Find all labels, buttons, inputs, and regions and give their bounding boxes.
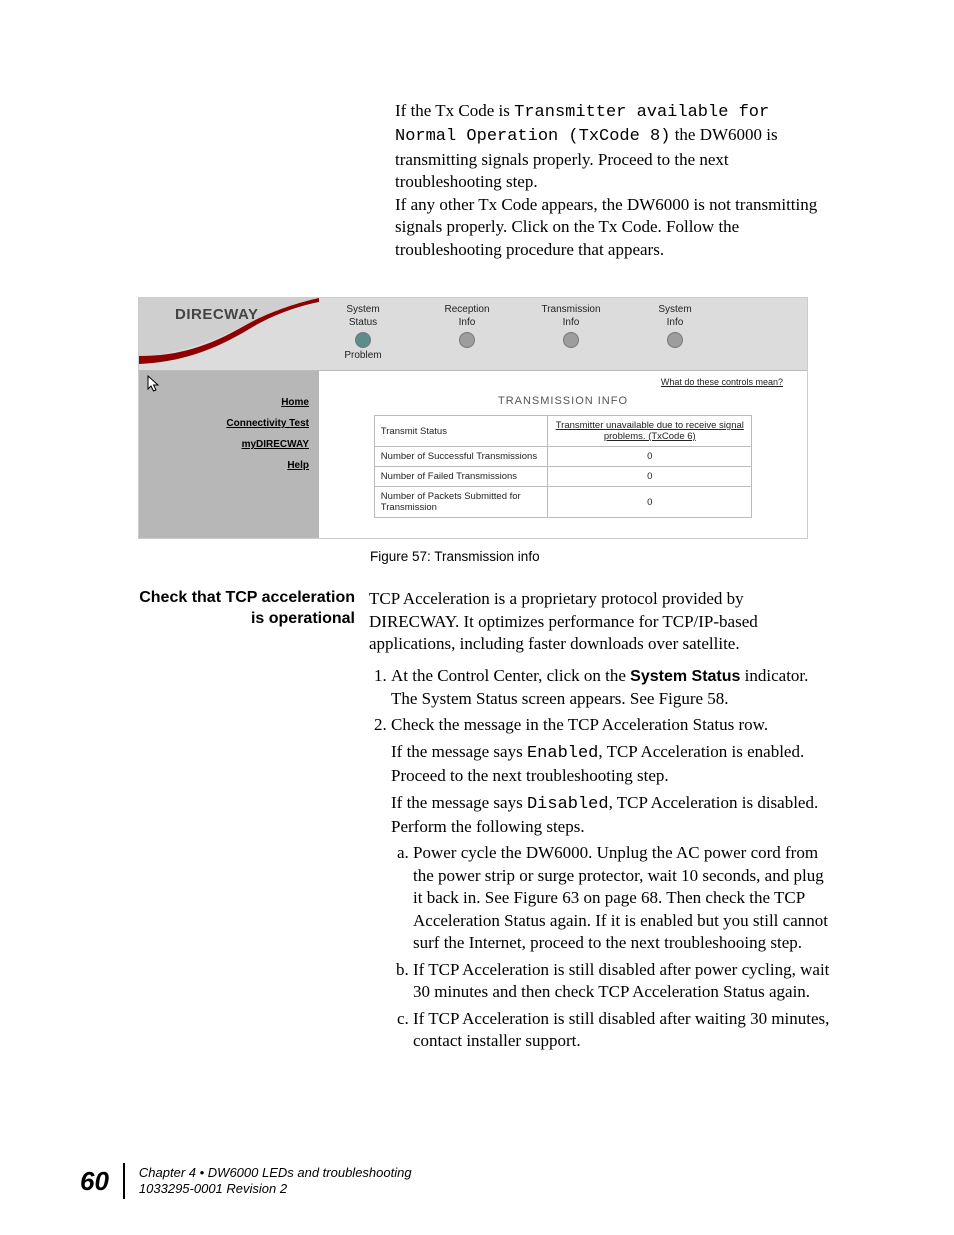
footer-divider	[123, 1163, 125, 1199]
intro-p1: If the Tx Code is Transmitter available …	[395, 100, 834, 194]
table-row: Number of Failed Transmissions0	[374, 467, 751, 487]
sidebar-link-help[interactable]: Help	[149, 460, 309, 471]
sub-steps: Power cycle the DW6000. Unplug the AC po…	[391, 842, 834, 1052]
status-indicator-1[interactable]: ReceptionInfo	[435, 304, 499, 348]
section-title: TRANSMISSION INFO	[343, 395, 783, 407]
intro-p1a: If the Tx Code is	[395, 101, 514, 120]
sidebar-link-home[interactable]: Home	[149, 397, 309, 408]
transmission-table: Transmit StatusTransmitter unavailable d…	[374, 415, 752, 518]
section-tcp: Check that TCP acceleration is operation…	[90, 588, 864, 1058]
controls-help-link[interactable]: What do these controls mean?	[343, 377, 783, 387]
led-icon	[667, 332, 683, 348]
section-heading-l2: is operational	[90, 609, 355, 630]
screenshot-sidebar: Home Connectivity Test myDIRECWAY Help	[139, 371, 319, 538]
section-heading: Check that TCP acceleration is operation…	[90, 588, 369, 630]
page-footer: 60 Chapter 4 • DW6000 LEDs and troublesh…	[80, 1163, 412, 1199]
intro-p2: If any other Tx Code appears, the DW6000…	[395, 194, 834, 261]
screenshot-content: What do these controls mean? TRANSMISSIO…	[319, 371, 807, 538]
figure-caption: Figure 57: Transmission info	[370, 549, 864, 564]
brand-logo-text: DIRECWAY	[175, 306, 258, 323]
tcp-steps: At the Control Center, click on the Syst…	[369, 665, 834, 1052]
sub-step-a: Power cycle the DW6000. Unplug the AC po…	[413, 842, 834, 954]
footer-chapter: Chapter 4 • DW6000 LEDs and troubleshoot…	[139, 1165, 412, 1181]
txcode-link[interactable]: Transmitter unavailable due to receive s…	[548, 416, 752, 447]
intro-text: If the Tx Code is Transmitter available …	[395, 100, 834, 261]
step-2-line: Check the message in the TCP Acceleratio…	[391, 715, 768, 734]
sidebar-link-connectivity-test[interactable]: Connectivity Test	[149, 418, 309, 429]
page-number: 60	[80, 1166, 109, 1197]
step-2-enabled: If the message says Enabled, TCP Acceler…	[391, 741, 834, 788]
screenshot-header: DIRECWAY SystemStatusProblem ReceptionInf…	[139, 298, 807, 371]
brand-area: DIRECWAY	[139, 298, 319, 370]
table-row: Number of Successful Transmissions0	[374, 447, 751, 467]
sub-step-c: If TCP Acceleration is still disabled af…	[413, 1008, 834, 1053]
status-indicators: SystemStatusProblem ReceptionInfo Transmis…	[319, 298, 707, 370]
sidebar-link-mydirecway[interactable]: myDIRECWAY	[149, 439, 309, 450]
cursor-icon	[147, 375, 161, 393]
footer-meta: Chapter 4 • DW6000 LEDs and troubleshoot…	[139, 1165, 412, 1198]
led-icon	[563, 332, 579, 348]
step-1: At the Control Center, click on the Syst…	[391, 665, 834, 710]
manual-page: If the Tx Code is Transmitter available …	[0, 0, 954, 1235]
transmission-info-screenshot: DIRECWAY SystemStatusProblem ReceptionInf…	[138, 297, 808, 539]
led-icon	[355, 332, 371, 348]
footer-revision: 1033295-0001 Revision 2	[139, 1181, 412, 1197]
status-indicator-2[interactable]: TransmissionInfo	[539, 304, 603, 348]
section-body: TCP Acceleration is a proprietary protoc…	[369, 588, 864, 1058]
section-heading-l1: Check that TCP acceleration	[90, 588, 355, 609]
step-2: Check the message in the TCP Acceleratio…	[391, 714, 834, 1052]
tcp-para: TCP Acceleration is a proprietary protoc…	[369, 588, 834, 655]
status-indicator-0[interactable]: SystemStatusProblem	[331, 304, 395, 361]
step-2-disabled: If the message says Disabled, TCP Accele…	[391, 792, 834, 839]
system-status-bold: System Status	[630, 668, 740, 685]
sidebar-links: Home Connectivity Test myDIRECWAY Help	[149, 397, 309, 471]
led-icon	[459, 332, 475, 348]
sub-step-b: If TCP Acceleration is still disabled af…	[413, 959, 834, 1004]
table-row: Transmit StatusTransmitter unavailable d…	[374, 416, 751, 447]
table-row: Number of Packets Submitted for Transmis…	[374, 487, 751, 518]
status-indicator-3[interactable]: SystemInfo	[643, 304, 707, 348]
